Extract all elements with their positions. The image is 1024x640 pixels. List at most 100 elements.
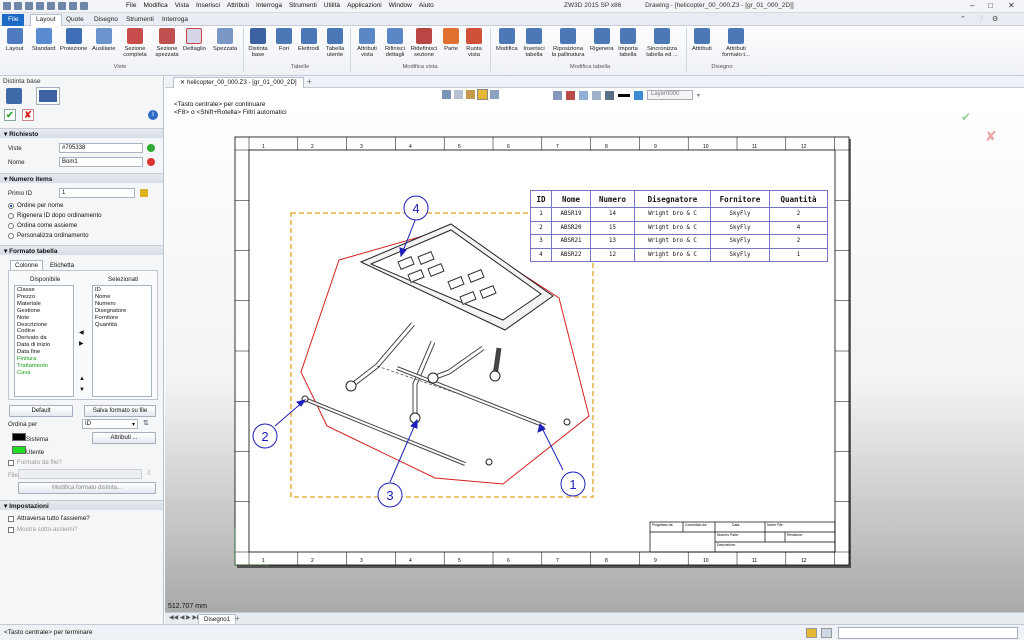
menu-file[interactable]: File	[126, 2, 136, 9]
attributi-formato-button[interactable]: Attributi formato t...	[720, 28, 752, 59]
render-icon[interactable]	[566, 90, 575, 100]
sezione-completa-button[interactable]: Sezione completa	[120, 28, 150, 59]
minimize-ribbon-icon[interactable]: ⌃	[960, 15, 966, 23]
list-item[interactable]: Trattamento	[17, 363, 71, 370]
app-icon[interactable]	[3, 2, 11, 10]
dettaglio-button[interactable]: Dettaglio	[183, 28, 206, 52]
list-item[interactable]: Note	[17, 315, 71, 322]
open-icon[interactable]	[25, 2, 33, 10]
document-tab[interactable]: ✕ helicopter_00_000.Z3 - [gr_01_000_2D]	[173, 77, 304, 88]
riposiziona-pallinatura-button[interactable]: Riposiziona la pallinatura	[550, 28, 586, 59]
tab-disegno[interactable]: Disegno	[89, 15, 123, 24]
list-item[interactable]: Gestione	[17, 308, 71, 315]
menu-window[interactable]: Window	[389, 2, 412, 9]
list-item[interactable]: Classe	[17, 287, 71, 294]
drawing-canvas[interactable]: <Tasto centrale> per continuare <F8> o <…	[165, 101, 1024, 612]
select-icon[interactable]	[80, 2, 88, 10]
bom-table-tab[interactable]	[36, 87, 60, 105]
maximize-icon[interactable]: □	[988, 1, 993, 10]
viste-pick-icon[interactable]	[147, 144, 155, 152]
spezzata-button[interactable]: Spezzata	[213, 28, 237, 52]
list-item[interactable]: Data di inizio	[17, 342, 71, 349]
default-button[interactable]: Default	[9, 405, 73, 417]
menu-vista[interactable]: Vista	[175, 2, 189, 9]
ordina-per-select[interactable]: ID ▾	[82, 419, 138, 429]
undo-icon[interactable]	[47, 2, 55, 10]
file-field[interactable]	[18, 469, 142, 479]
refresh-icon[interactable]	[69, 2, 77, 10]
modifica-button[interactable]: Modifica	[496, 28, 518, 52]
status-snap-icon[interactable]	[806, 628, 817, 638]
list-item[interactable]: Cava	[17, 370, 71, 377]
ridefinisci-sezione-button[interactable]: Ridefinisci sezione	[410, 28, 438, 59]
menu-inserisci[interactable]: Inserisci	[196, 2, 220, 9]
section-numero-items[interactable]: ▾ Numero items	[0, 173, 163, 183]
menu-utilita[interactable]: Utilità	[324, 2, 340, 9]
move-down-icon[interactable]: ▼	[79, 387, 85, 393]
redo-icon[interactable]	[58, 2, 66, 10]
radio-ordine-per-nome[interactable]: Ordine per nome	[8, 202, 63, 209]
parte-button[interactable]: Parte	[443, 28, 459, 52]
formato-da-file-checkbox[interactable]: Formato da file?	[8, 459, 62, 466]
layout-button[interactable]: Layout	[6, 28, 23, 52]
new-icon[interactable]	[14, 2, 22, 10]
help-icon[interactable]: ❔	[976, 15, 985, 23]
attraversa-checkbox[interactable]: Attraversa tutto l'assieme?	[8, 515, 90, 522]
bom-view-icon[interactable]	[6, 88, 22, 104]
snap-icon[interactable]	[477, 89, 488, 100]
list-item[interactable]: Disegnatore	[95, 308, 149, 315]
menu-interroga[interactable]: Interroga	[256, 2, 282, 9]
salva-formato-button[interactable]: Salva formato su file	[84, 405, 156, 417]
ausiliarie-button[interactable]: Ausiliarie	[92, 28, 116, 52]
sezione-spezzata-button[interactable]: Sezione spezzata	[153, 28, 181, 59]
move-left-icon[interactable]: ◀	[79, 329, 84, 336]
nome-reset-icon[interactable]	[147, 158, 155, 166]
primo-id-options-icon[interactable]	[140, 189, 148, 197]
radio-rigenera-id[interactable]: Rigenera ID dopo ordinamento	[8, 212, 102, 219]
tab-interroga[interactable]: Interroga	[157, 15, 193, 24]
layer-select[interactable]: Layer0000	[647, 90, 693, 100]
display-icon[interactable]	[605, 90, 614, 100]
mostra-sotto-assiemi-checkbox[interactable]: Mostra sotto-assiemi?	[8, 526, 78, 533]
tab-file[interactable]: File	[2, 14, 25, 26]
close-tab-icon[interactable]: ✕	[180, 79, 185, 86]
table-row[interactable]: 3 ABSR21 13 Wright bro & C SkyFly 2	[530, 234, 828, 249]
sheet-nav-icon[interactable]: ◀◀ ◀ ▶ ▶▶	[169, 614, 202, 621]
attributi-button[interactable]: Attributi ...	[92, 432, 156, 444]
info-icon[interactable]: i	[148, 110, 158, 120]
nome-field[interactable]: Bom1	[59, 157, 143, 167]
move-right-icon[interactable]: ▶	[79, 340, 84, 347]
attributi-vista-button[interactable]: Attributi vista	[355, 28, 379, 59]
radio-ordina-come-assieme[interactable]: Ordina come assieme	[8, 222, 77, 229]
add-sheet-icon[interactable]: +	[235, 614, 240, 623]
distinta-base-button[interactable]: Distinta base	[248, 28, 268, 59]
sort-icon[interactable]: ⇅	[143, 419, 149, 427]
attributi-button[interactable]: Attributi	[692, 28, 712, 52]
tab-colonne[interactable]: Colonne	[10, 260, 44, 270]
radio-personalizza[interactable]: Personalizza ordinamento	[8, 232, 89, 239]
line-weight-icon[interactable]	[618, 93, 630, 97]
proiezione-button[interactable]: Proiezione	[60, 28, 87, 52]
table-row[interactable]: 4 ABSR22 12 Wright bro & C SkyFly 1	[530, 247, 828, 262]
sistema-color-swatch[interactable]	[12, 433, 26, 441]
list-item[interactable]: Prezzo	[17, 294, 71, 301]
shade-icon[interactable]	[592, 90, 601, 100]
list-item[interactable]: Descrizione	[17, 322, 71, 329]
file-browse-icon[interactable]: ⇩	[146, 469, 152, 477]
inserisci-tabella-button[interactable]: Inserisci tabella	[522, 28, 546, 59]
layer-icon[interactable]	[634, 90, 643, 100]
cancel-icon[interactable]: ✘	[22, 109, 34, 121]
section-richiesto[interactable]: ▾ Richiesto	[0, 128, 163, 138]
menu-aiuto[interactable]: Aiuto	[419, 2, 434, 9]
grid-icon[interactable]	[490, 90, 499, 99]
menu-attributi[interactable]: Attributi	[227, 2, 249, 9]
minimize-icon[interactable]: –	[970, 1, 974, 10]
list-item[interactable]: Materiale	[17, 301, 71, 308]
section-formato-tabella[interactable]: ▾ Formato tabella	[0, 245, 163, 255]
importa-tabella-button[interactable]: Importa tabella	[617, 28, 639, 59]
list-item[interactable]: ID	[95, 287, 149, 294]
ruota-vista-button[interactable]: Ruota vista	[464, 28, 484, 59]
section-impostazioni[interactable]: ▾ Impostazioni	[0, 500, 163, 510]
save-icon[interactable]	[36, 2, 44, 10]
tabella-utente-button[interactable]: Tabella utente	[325, 28, 345, 59]
